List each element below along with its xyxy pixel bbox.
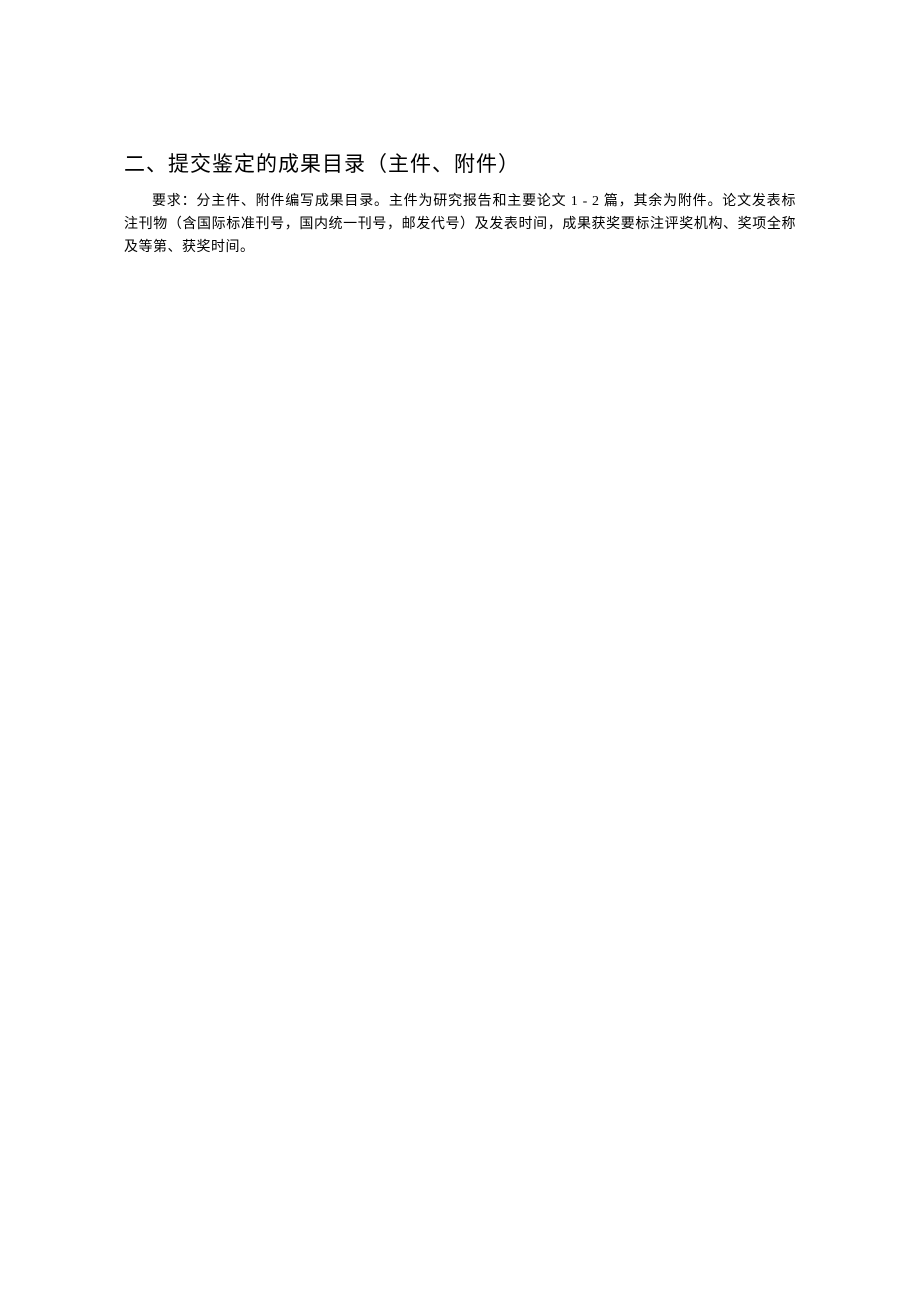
section-heading: 二、提交鉴定的成果目录（主件、附件） (124, 148, 796, 178)
section-body-text: 要求：分主件、附件编写成果目录。主件为研究报告和主要论文 1 - 2 篇，其余为… (124, 190, 796, 259)
